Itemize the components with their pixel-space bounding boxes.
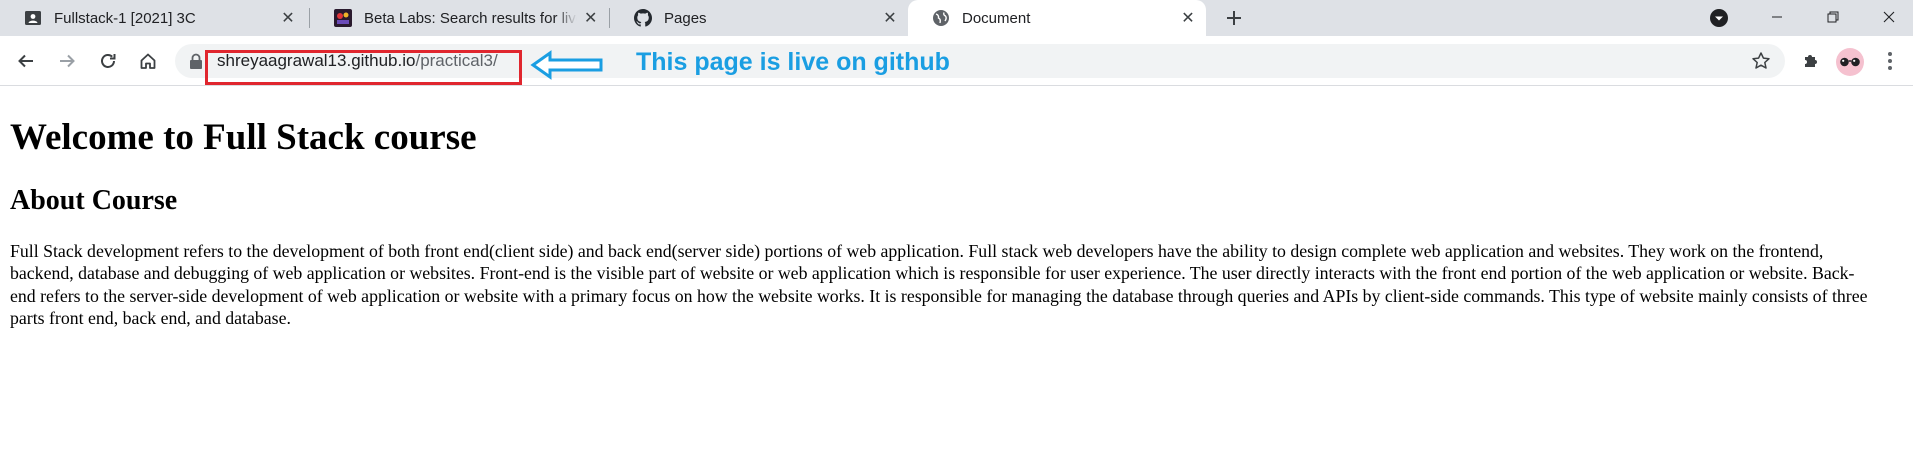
puzzle-piece-icon (1805, 55, 1817, 67)
reload-button[interactable] (94, 47, 122, 75)
chevron-down-icon (1710, 9, 1728, 27)
plus-icon (1227, 11, 1241, 25)
close-icon (1883, 11, 1895, 23)
minimize-button[interactable] (1754, 0, 1800, 34)
bookmark-star-icon[interactable] (1751, 51, 1771, 76)
minimize-icon (1772, 16, 1782, 18)
menu-dot (1888, 59, 1892, 63)
tab-fullstack[interactable]: Fullstack-1 [2021] 3C ✕ (0, 0, 306, 36)
tab-strip: Fullstack-1 [2021] 3C ✕ Beta Labs: Searc… (0, 0, 1913, 36)
reload-icon (101, 54, 116, 68)
github-icon (634, 9, 652, 27)
tab-pages[interactable]: Pages ✕ (610, 0, 908, 36)
tab-beta-labs[interactable]: Beta Labs: Search results for live y ✕ (310, 0, 608, 36)
tab-title: Pages (664, 9, 707, 27)
glasses-icon (1840, 57, 1860, 67)
browser-menu-button[interactable] (1882, 47, 1898, 75)
close-icon[interactable]: ✕ (583, 10, 598, 27)
extensions-button[interactable] (1797, 47, 1825, 75)
menu-dot (1888, 66, 1892, 70)
globe-icon (932, 9, 950, 27)
home-icon (140, 53, 156, 69)
lock-icon[interactable] (189, 53, 203, 74)
restore-button[interactable] (1810, 0, 1856, 34)
page-subheading: About Course (10, 185, 178, 217)
menu-dot (1888, 52, 1892, 56)
tab-document[interactable]: Document ✕ (908, 0, 1206, 36)
new-tab-button[interactable] (1222, 6, 1246, 30)
back-button[interactable] (12, 47, 40, 75)
arrow-right-icon (60, 54, 75, 68)
close-icon[interactable]: ✕ (280, 10, 296, 27)
close-icon[interactable]: ✕ (1180, 10, 1196, 27)
restore-icon (1827, 11, 1839, 23)
beta-labs-icon (334, 9, 352, 27)
close-window-button[interactable] (1866, 0, 1912, 34)
page-content: Welcome to Full Stack course About Cours… (10, 90, 1870, 330)
arrow-left-icon (18, 54, 33, 68)
forward-button[interactable] (53, 47, 81, 75)
arrow-left-icon (530, 50, 603, 80)
close-icon[interactable]: ✕ (882, 10, 898, 27)
page-heading: Welcome to Full Stack course (10, 117, 477, 158)
classroom-icon (24, 9, 42, 27)
course-description: Full Stack development refers to the dev… (10, 240, 1868, 329)
tab-title: Document (962, 9, 1031, 27)
tab-title: Fullstack-1 [2021] 3C (54, 9, 196, 27)
tab-title: Beta Labs: Search results for live y (364, 9, 578, 27)
home-button[interactable] (134, 47, 162, 75)
profile-avatar[interactable] (1836, 48, 1864, 76)
tab-search-button[interactable] (1709, 8, 1729, 28)
annotation-label: This page is live on github (636, 48, 950, 76)
url-highlight-box (205, 50, 522, 85)
